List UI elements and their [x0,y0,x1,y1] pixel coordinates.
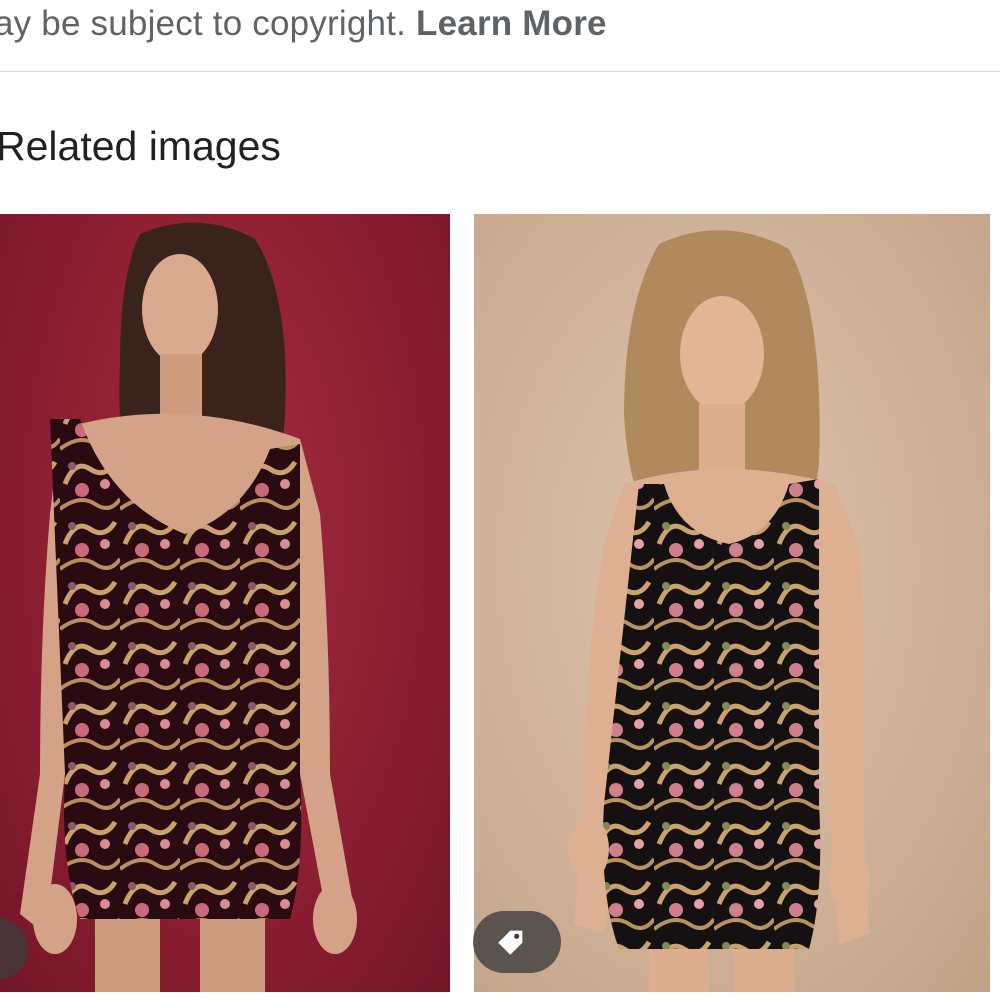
related-images-heading: Related images [0,123,281,169]
dress-photo-1 [20,222,357,992]
copyright-notice-text: ay be subject to copyright. [0,4,407,43]
dress-photo-2 [569,230,869,992]
learn-more-link[interactable]: Learn More [416,4,607,43]
copyright-notice: ay be subject to copyright. Learn More [0,2,607,46]
image-viewer-panel: ay be subject to copyright. Learn More Re… [0,0,1000,1000]
divider [0,71,1000,72]
price-tag-icon [498,930,523,955]
product-tag-button-2[interactable] [473,911,561,973]
related-image-thumbnail-2[interactable] [474,214,990,992]
related-image-thumbnail-1[interactable] [0,214,450,992]
